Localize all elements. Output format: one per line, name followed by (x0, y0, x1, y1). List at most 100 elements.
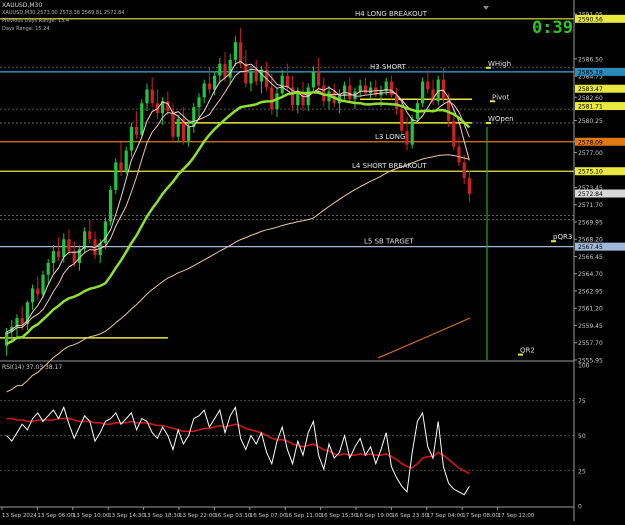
candle-body (88, 231, 92, 240)
rsi-tick-label: 100 (578, 363, 590, 370)
candle-body (421, 81, 425, 104)
candle-body (140, 103, 144, 135)
time-tick-label: 13 Sep 22:00 (179, 513, 216, 519)
candle-body (46, 262, 50, 275)
candle-body (187, 126, 191, 141)
candle-body (51, 251, 55, 263)
candle-body (343, 85, 347, 96)
indicator-title: RSI(14) 37.03 38.17 (2, 364, 63, 371)
price-tick-label: 2557.70 (578, 340, 603, 347)
price-tag-label: 2567.45 (578, 244, 603, 251)
price-tick-label: 2561.20 (578, 306, 603, 313)
overlay-text-3: Days Range: 15.24 (2, 26, 50, 32)
candle-body (41, 274, 45, 295)
candle-body (67, 239, 71, 252)
price-chart[interactable]: H4 LONG BREAKOUT H3 SHORT L3 LONG L4 SHORT … (0, 0, 625, 521)
candle-body (145, 89, 149, 104)
price-tick-label: 2586.50 (578, 56, 603, 63)
time-tick-label: 13 Sep 10:00 (73, 513, 110, 519)
candle-body (395, 95, 399, 110)
candle-body (363, 85, 367, 94)
candle-body (171, 111, 175, 137)
candle-body (426, 81, 430, 90)
time-tick-label: 16 Sep 19:00 (356, 513, 393, 519)
price-tag-label: 2585.18 (578, 69, 603, 76)
price-tick-label: 2564.70 (578, 271, 603, 278)
candle-body (280, 75, 284, 94)
time-tick-label: 17 Sep 04:00 (427, 513, 464, 519)
candle-body (410, 118, 414, 145)
candle-body (441, 79, 445, 100)
rsi-tick-label: 0 (578, 504, 582, 511)
marker-label: Pivot (492, 93, 509, 101)
candle-body (389, 81, 393, 96)
candle-body (223, 63, 227, 78)
candle-body (228, 59, 232, 78)
price-tick-label: 2566.45 (578, 254, 603, 261)
price-tick-label: 2571.70 (578, 202, 603, 209)
candle-body (462, 162, 466, 179)
overlay-text-2: Previous Days Range: 13.4 (2, 18, 70, 24)
time-tick-label: 17 Sep 08:00 (462, 513, 499, 519)
marker-tick (551, 240, 556, 243)
candle-body (124, 150, 128, 171)
price-tick-label: 2577.00 (578, 150, 603, 157)
price-tick-label: 2582.60 (578, 95, 603, 102)
candle-body (135, 126, 139, 135)
rsi-tick-label: 25 (578, 468, 586, 475)
time-tick-label: 13 Sep 18:30 (144, 513, 181, 519)
price-tag-label: 2590.56 (578, 16, 603, 23)
candle-body (213, 75, 217, 90)
time-tick-label: 16 Sep 11:00 (285, 513, 322, 519)
candle-body (218, 63, 222, 76)
candle-body (244, 63, 248, 84)
price-tick-label: 2562.95 (578, 288, 603, 295)
price-tag-label: 2572.84 (578, 191, 603, 198)
time-tick-label: 16 Sep 07:00 (250, 513, 287, 519)
chart-window[interactable]: H4 LONG BREAKOUT H3 SHORT L3 LONG L4 SHORT … (0, 0, 625, 521)
marker-tick (490, 100, 495, 103)
price-tick-label: 2569.95 (578, 219, 603, 226)
candle-body (270, 87, 274, 110)
candle-body (57, 251, 61, 257)
level-label: L3 LONG (375, 133, 405, 141)
candle-body (207, 83, 211, 90)
price-tick-label: 2580.25 (578, 118, 603, 125)
candle-body (254, 71, 258, 82)
price-tick-label: 2559.45 (578, 323, 603, 330)
price-tag-label: 2583.47 (578, 86, 603, 93)
time-tick-label: 13 Sep 06:00 (37, 513, 74, 519)
marker-label: WHigh (488, 60, 511, 68)
candle-body (249, 71, 253, 84)
candle-body (202, 83, 206, 98)
marker-tick (518, 353, 523, 356)
marker-tick (486, 121, 491, 124)
rsi-tick-label: 75 (578, 398, 586, 405)
candle-body (285, 75, 289, 88)
level-label: L5 SB TARGET (364, 238, 414, 246)
time-tick-label: 16 Sep 15:30 (321, 513, 358, 519)
candle-timer: 0:39 (532, 18, 573, 38)
price-tag-label: 2581.71 (578, 104, 603, 111)
level-label: H3 SHORT (370, 63, 407, 71)
candle-body (233, 42, 237, 60)
marker-tick (486, 66, 491, 69)
candle-body (467, 178, 471, 194)
candle-body (114, 162, 118, 190)
candle-body (311, 71, 315, 88)
candle-body (72, 251, 76, 263)
candle-body (129, 126, 133, 151)
candle-body (176, 118, 180, 137)
candle-body (20, 318, 24, 325)
price-tag-label: 2578.09 (578, 139, 603, 146)
overlay-text-1: XAUUSD,M30 2573.00 2573.38 2569.81 2572.… (2, 10, 125, 16)
symbol-title: XAUUSD,M30 (2, 2, 43, 9)
candle-body (400, 109, 404, 131)
candle-body (452, 120, 456, 147)
candle-body (317, 71, 321, 86)
candle-body (239, 42, 243, 64)
candle-body (296, 93, 300, 106)
candle-body (358, 85, 362, 92)
time-tick-label: 17 Sep 12:00 (498, 513, 535, 519)
candle-body (348, 85, 352, 100)
